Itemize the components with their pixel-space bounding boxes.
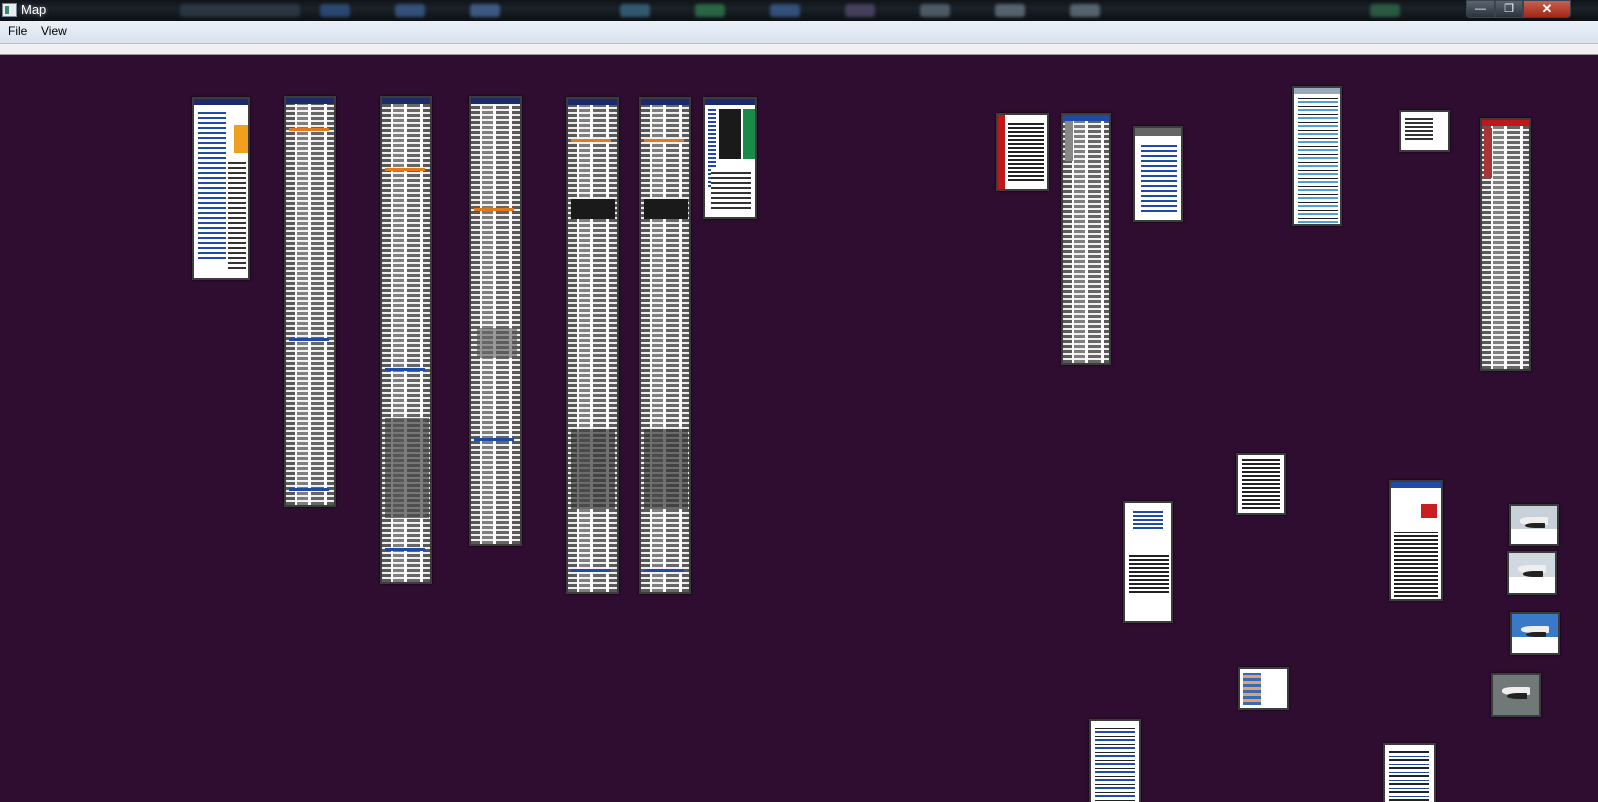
page-thumbnail[interactable] [1238, 667, 1289, 710]
page-thumbnail[interactable] [1383, 743, 1436, 802]
page-thumbnail[interactable] [566, 97, 619, 594]
page-thumbnail[interactable] [192, 97, 250, 280]
photo-thumbnail[interactable] [1510, 612, 1560, 655]
page-thumbnail[interactable] [703, 97, 757, 219]
page-thumbnail[interactable] [1292, 86, 1342, 226]
page-thumbnail[interactable] [1123, 501, 1173, 623]
page-thumbnail[interactable] [1061, 113, 1111, 365]
photo-thumbnail[interactable] [1509, 504, 1559, 546]
photo-thumbnail[interactable] [1507, 551, 1557, 595]
page-thumbnail[interactable] [1236, 453, 1286, 515]
maximize-button[interactable]: ❐ [1495, 0, 1523, 18]
menu-bar: File View [0, 21, 1598, 44]
toolbar-strip [0, 44, 1598, 55]
window-title: Map [21, 2, 47, 17]
page-thumbnail[interactable] [469, 96, 522, 546]
close-button[interactable]: ✕ [1523, 0, 1571, 18]
page-thumbnail[interactable] [1089, 719, 1141, 802]
page-thumbnail[interactable] [1389, 480, 1443, 601]
window-title-bar: Map — ❐ ✕ [0, 0, 1598, 21]
photo-thumbnail[interactable] [1491, 673, 1541, 717]
page-thumbnail[interactable] [284, 96, 336, 507]
page-thumbnail[interactable] [1133, 126, 1183, 222]
minimize-button[interactable]: — [1466, 0, 1495, 18]
menu-view[interactable]: View [37, 24, 71, 38]
page-thumbnail[interactable] [1480, 118, 1531, 371]
menu-file[interactable]: File [4, 24, 31, 38]
page-thumbnail[interactable] [1399, 110, 1450, 152]
page-thumbnail[interactable] [996, 113, 1049, 191]
page-thumbnail[interactable] [380, 96, 432, 584]
app-icon [2, 3, 17, 17]
page-thumbnail[interactable] [639, 97, 691, 594]
map-canvas[interactable] [0, 55, 1598, 802]
